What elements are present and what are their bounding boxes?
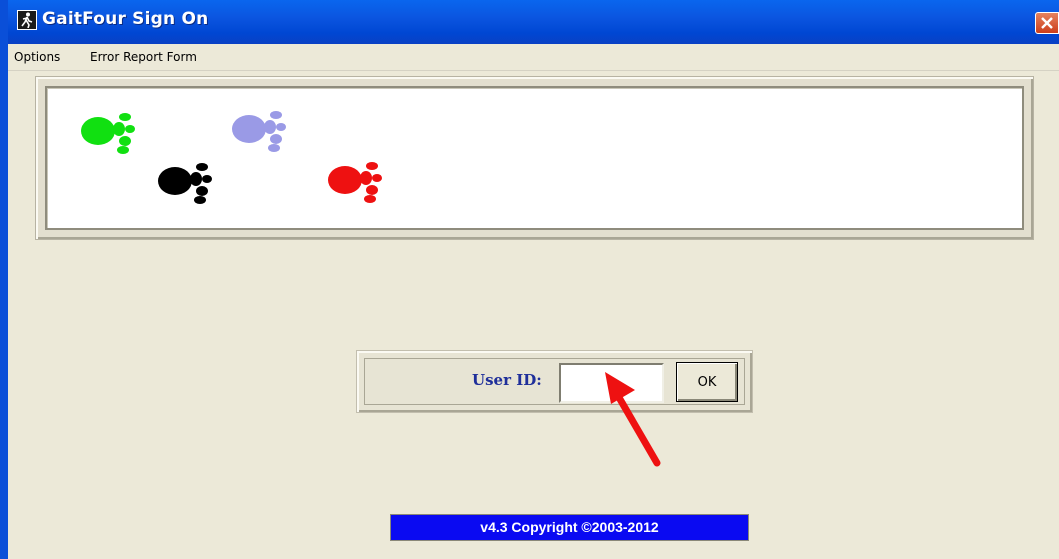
gaitfour-window: GaitFour Sign On Options Error Report Fo… bbox=[0, 0, 1059, 559]
close-button[interactable] bbox=[1035, 12, 1059, 34]
ok-button[interactable]: OK bbox=[676, 362, 738, 402]
user-id-label: User ID: bbox=[472, 371, 542, 389]
walking-figure-icon bbox=[17, 10, 37, 30]
title-bar[interactable]: GaitFour Sign On bbox=[0, 0, 1059, 44]
window-left-border bbox=[0, 0, 8, 559]
window-title: GaitFour Sign On bbox=[42, 9, 209, 29]
close-icon bbox=[1041, 17, 1053, 29]
footprint-icon-black bbox=[158, 163, 212, 204]
footprint-banner-frame bbox=[35, 76, 1034, 240]
footprint-icon-red bbox=[328, 162, 382, 203]
menu-error-report-form[interactable]: Error Report Form bbox=[90, 50, 197, 64]
menu-options[interactable]: Options bbox=[14, 50, 60, 64]
footprint-icon-green bbox=[81, 113, 135, 154]
footprint-banner bbox=[45, 86, 1024, 230]
menu-bar: Options Error Report Form bbox=[8, 44, 1059, 71]
copyright-banner: v4.3 Copyright ©2003-2012 bbox=[390, 514, 749, 541]
login-panel: User ID: OK bbox=[356, 350, 753, 413]
red-arrow-icon bbox=[605, 372, 661, 467]
footprint-icon-lavender bbox=[232, 111, 286, 152]
